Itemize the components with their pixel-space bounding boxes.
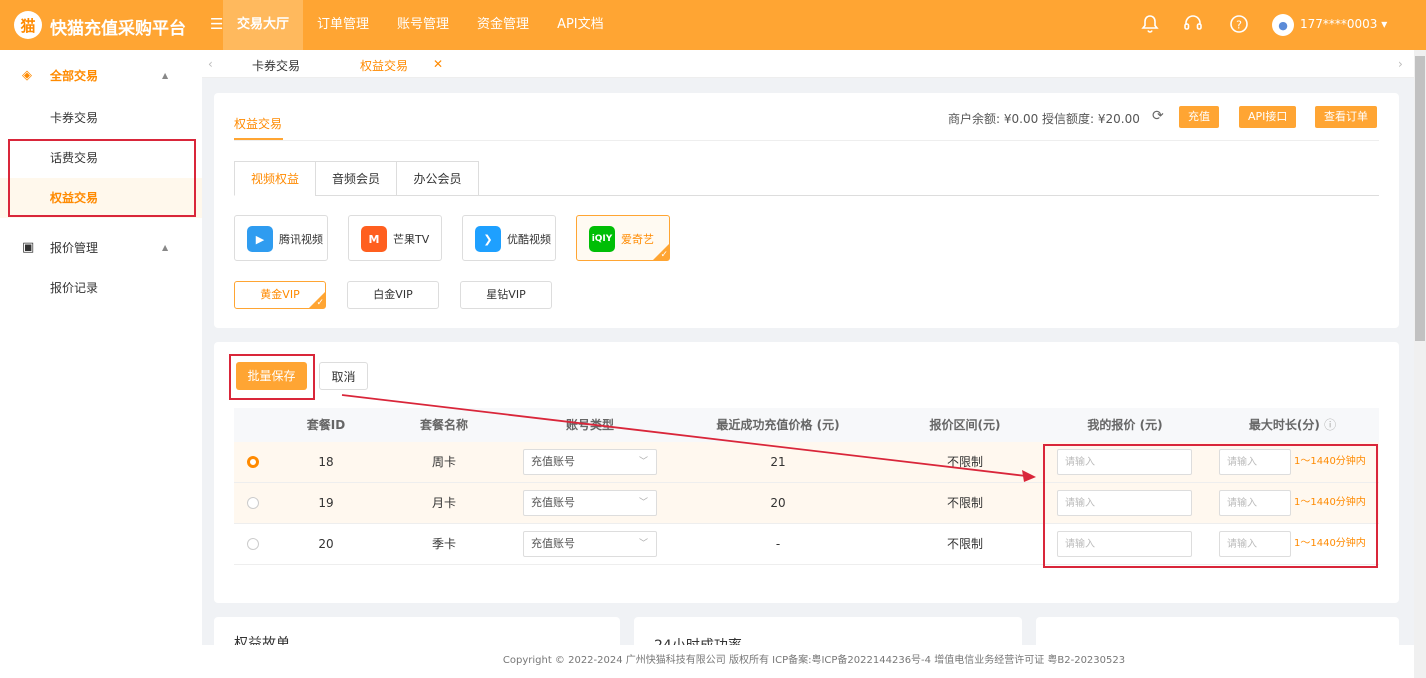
scrollbar-thumb[interactable]: [1415, 56, 1425, 341]
footer: Copyright © 2022-2024 广州快猫科技有限公司 版权所有 IC…: [202, 645, 1426, 678]
annotation-arrow: [341, 394, 1036, 482]
